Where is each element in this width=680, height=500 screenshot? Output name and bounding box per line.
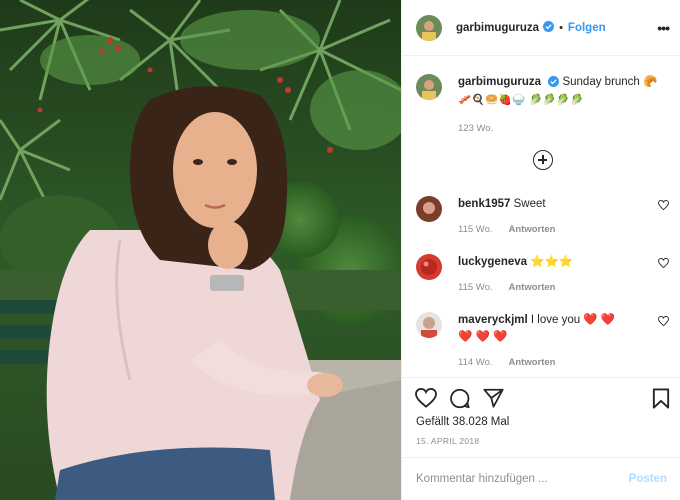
comment-text-line2: ❤️ ❤️ ❤️ xyxy=(458,331,508,343)
comment-username[interactable]: maveryckjml xyxy=(458,314,528,326)
post-comment-button[interactable]: Posten xyxy=(629,473,667,485)
comment-item: maveryckjml I love you ❤️ ❤️ ❤️ ❤️ ❤️ 11… xyxy=(416,312,671,371)
likes-count[interactable]: Gefällt 38.028 Mal xyxy=(416,416,509,428)
comment-item: benk1957 Sweet 115 Wo. Antworten xyxy=(416,196,671,238)
comment-username[interactable]: luckygeneva xyxy=(458,256,527,268)
commenter-avatar-image xyxy=(416,312,442,338)
post-photo[interactable] xyxy=(0,0,401,500)
caption-avatar[interactable] xyxy=(416,74,442,100)
reply-button[interactable]: Antworten xyxy=(509,357,556,368)
comment-time[interactable]: 115 Wo. xyxy=(458,282,493,293)
reply-button[interactable]: Antworten xyxy=(509,282,556,293)
commenter-avatar-image xyxy=(416,196,442,222)
post-caption: garbimuguruza Sunday brunch 🥐 🥓🍳🥯🍓🍚 🥬🥬🥬🥬… xyxy=(416,74,671,137)
comment-text: Sweet xyxy=(513,198,546,210)
add-comment-bar: Posten xyxy=(402,457,680,500)
comment-time[interactable]: 114 Wo. xyxy=(458,357,493,368)
add-comment-input[interactable] xyxy=(416,473,629,485)
post-side-panel: garbimuguruza • Folgen ••• garbimuguruza… xyxy=(401,0,680,500)
follow-button[interactable]: Folgen xyxy=(568,22,606,34)
post-date[interactable]: 15. APRIL 2018 xyxy=(416,436,479,446)
post-actions: Gefällt 38.028 Mal 15. APRIL 2018 xyxy=(402,377,680,457)
caption-time[interactable]: 123 Wo. xyxy=(458,121,657,137)
caption-avatar-image xyxy=(416,74,442,100)
caption-text: Sunday brunch 🥐 xyxy=(562,76,658,88)
comment-bubble-icon[interactable] xyxy=(449,388,470,412)
author-avatar-image xyxy=(416,14,442,41)
like-heart-icon[interactable] xyxy=(415,387,437,411)
like-comment-heart-icon[interactable] xyxy=(658,199,669,213)
commenter-avatar-image xyxy=(416,254,442,280)
post-photo-illustration xyxy=(0,0,401,500)
load-more-comments-button[interactable] xyxy=(533,150,553,170)
commenter-avatar[interactable] xyxy=(416,254,442,280)
comment-time[interactable]: 115 Wo. xyxy=(458,224,493,235)
caption-emoji-line: 🥓🍳🥯🍓🍚 🥬🥬🥬🥬 xyxy=(458,94,584,106)
likes-count-text: Gefällt 38.028 Mal xyxy=(416,416,510,428)
comment-text: ⭐⭐⭐ xyxy=(530,256,574,268)
more-options-icon[interactable]: ••• xyxy=(657,20,670,36)
share-paper-plane-icon[interactable] xyxy=(483,388,504,411)
commenter-avatar[interactable] xyxy=(416,196,442,222)
like-comment-heart-icon[interactable] xyxy=(658,257,669,271)
comment-item: luckygeneva ⭐⭐⭐ 115 Wo. Antworten xyxy=(416,254,671,296)
author-avatar[interactable] xyxy=(416,14,442,41)
reply-button[interactable]: Antworten xyxy=(509,224,556,235)
like-comment-heart-icon[interactable] xyxy=(658,315,669,329)
verified-badge-icon xyxy=(543,20,555,35)
save-bookmark-icon[interactable] xyxy=(652,388,670,412)
comment-text: I love you ❤️ ❤️ xyxy=(530,314,616,326)
comment-username[interactable]: benk1957 xyxy=(458,198,510,210)
commenter-avatar[interactable] xyxy=(416,312,442,338)
author-username[interactable]: garbimuguruza xyxy=(456,22,539,34)
separator-dot: • xyxy=(559,21,563,34)
caption-username[interactable]: garbimuguruza xyxy=(458,76,541,88)
verified-badge-icon xyxy=(548,76,560,92)
post-header: garbimuguruza • Folgen ••• xyxy=(402,0,680,56)
